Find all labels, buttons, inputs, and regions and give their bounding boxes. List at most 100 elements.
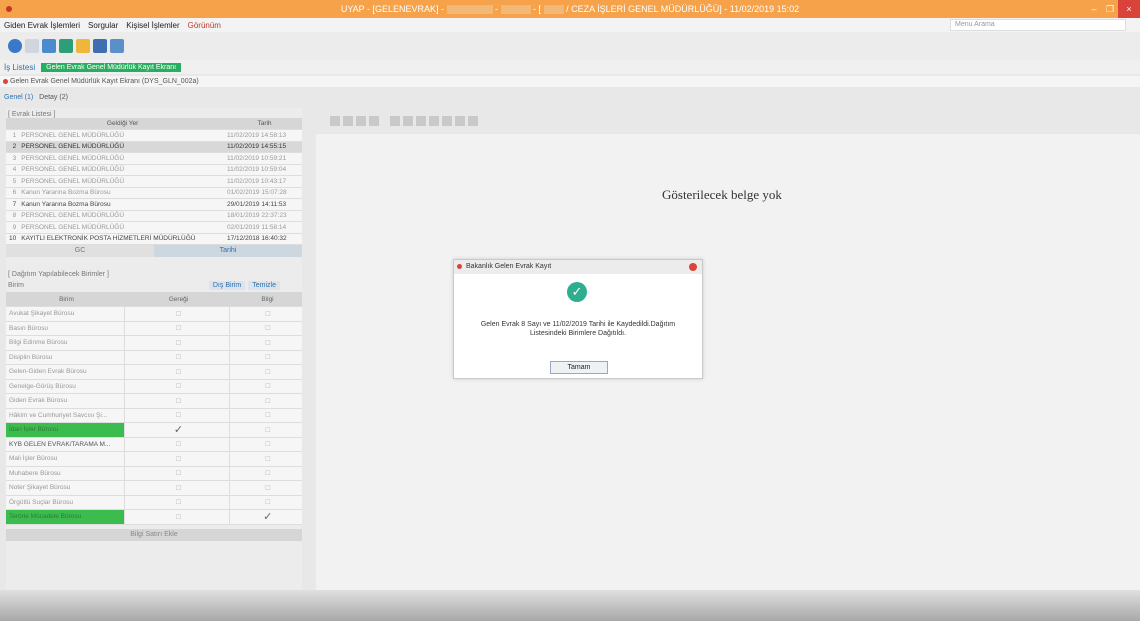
rewind-icon[interactable] [369, 116, 379, 126]
subtab-detay[interactable]: Detay (2) [39, 94, 68, 101]
bilgi-checkbox[interactable]: ☐ [229, 364, 302, 380]
subtabs: Genel (1) Detay (2) [4, 94, 72, 101]
bilgi-checkbox[interactable]: ☐ [229, 422, 302, 438]
menu-search-input[interactable]: Menu Arama [950, 19, 1126, 31]
table-row[interactable]: 5 PERSONEL GENEL MÜDÜRLÜĞÜ 11/02/2019 10:4… [6, 175, 302, 188]
geregi-checkbox[interactable]: ✓ [123, 422, 230, 438]
status-area [0, 590, 1140, 621]
menu-gorunum[interactable]: Görünüm [188, 21, 221, 30]
geregi-checkbox[interactable]: ☐ [123, 379, 230, 394]
dialog-close-icon[interactable] [689, 263, 697, 271]
close-button[interactable]: × [1118, 0, 1140, 18]
geregi-checkbox[interactable]: ☐ [123, 335, 230, 351]
table-row[interactable]: 2 PERSONEL GENEL MÜDÜRLÜĞÜ 11/02/2019 14:5… [6, 141, 302, 153]
column-birim[interactable]: Birim [6, 292, 124, 307]
left-panel: [ Evrak Listesi ] Geldiği Yer Tarih 1 PER… [6, 108, 302, 613]
table-row: Mali İşler Bürosu ☐ ☐ [6, 451, 302, 467]
table-row: Basın Bürosu ☐ ☐ [6, 321, 302, 336]
table-row[interactable]: 8 PERSONEL GENEL MÜDÜRLÜĞÜ 18/01/2019 22:3… [6, 210, 302, 222]
screen-icon [3, 79, 8, 84]
table-row[interactable]: 9 PERSONEL GENEL MÜDÜRLÜĞÜ 02/01/2019 11:5… [6, 221, 302, 234]
table-row: Genelge-Görüş Bürosu ☐ ☐ [6, 379, 302, 394]
forward-icon[interactable] [390, 116, 400, 126]
table-row: Giden Evrak Bürosu ☐ ☐ [6, 393, 302, 409]
print-icon[interactable] [455, 116, 465, 126]
window-title: UYAP - [GELENEVRAK] - - - [ / CEZA İŞLER… [340, 3, 800, 15]
window-icon[interactable] [42, 39, 56, 53]
notification-icon[interactable] [76, 39, 90, 53]
geregi-checkbox[interactable]: ☐ [123, 408, 230, 423]
bilgi-checkbox[interactable]: ☐ [229, 306, 302, 322]
cancel-icon[interactable] [25, 39, 39, 53]
help-icon[interactable] [8, 39, 22, 53]
prev-page-icon[interactable] [343, 116, 353, 126]
geregi-checkbox[interactable]: ☐ [123, 321, 230, 336]
menu-kisisel[interactable]: Kişisel İşlemler [126, 21, 179, 30]
geregi-checkbox[interactable]: ☐ [123, 393, 230, 409]
last-page-icon[interactable] [416, 116, 426, 126]
table-row[interactable]: 7 Kanun Yararına Bozma Bürosu 29/01/2019 1… [6, 198, 302, 211]
table-row: Noter Şikayet Bürosu ☐ ☐ [6, 480, 302, 496]
column-geregi[interactable]: Gereği [124, 292, 230, 307]
bilgi-satiri-ekle-button[interactable]: Bilgi Satırı Ekle [6, 528, 302, 541]
temizle-button[interactable]: Temizle [248, 280, 280, 290]
table-row: Gelen-Giden Evrak Bürosu ☐ ☐ [6, 364, 302, 380]
bilgi-checkbox[interactable]: ☐ [229, 335, 302, 351]
bilgi-checkbox[interactable]: ☐ [229, 495, 302, 510]
tab-gelen-evrak-kayit[interactable]: Gelen Evrak Genel Müdürlük Kayıt Ekranı [41, 62, 182, 72]
dis-birim-button[interactable]: Dış Birim [208, 280, 246, 290]
success-dialog: Bakanlık Gelen Evrak Kayıt ✓ Gelen Evrak… [453, 259, 703, 379]
window-titlebar: UYAP - [GELENEVRAK] - - - [ / CEZA İŞLER… [0, 0, 1140, 18]
table-row[interactable]: 6 Kanun Yararına Bozma Bürosu 01/02/2019 1… [6, 187, 302, 199]
bilgi-checkbox[interactable]: ☐ [229, 466, 302, 481]
back-icon[interactable] [356, 116, 366, 126]
bilgi-checkbox[interactable]: ☐ [229, 451, 302, 467]
table-row[interactable]: 3 PERSONEL GENEL MÜDÜRLÜĞÜ 11/02/2019 10:5… [6, 152, 302, 165]
geregi-checkbox[interactable]: ☐ [123, 364, 230, 380]
menu-giden-evrak[interactable]: Giden Evrak İşlemleri [4, 21, 80, 30]
geregi-checkbox[interactable]: ☐ [123, 495, 230, 510]
tab-work-list[interactable]: İş Listesi [4, 63, 35, 72]
geregi-checkbox[interactable]: ☐ [123, 306, 230, 322]
maximize-button[interactable]: ❐ [1102, 0, 1118, 18]
minimize-button[interactable]: – [1086, 0, 1102, 18]
first-page-icon[interactable] [330, 116, 340, 126]
table-row[interactable]: 1 PERSONEL GENEL MÜDÜRLÜĞÜ 11/02/2019 14:5… [6, 129, 302, 142]
menu-sorgular[interactable]: Sorgular [88, 21, 118, 30]
bilgi-checkbox[interactable]: ☐ [229, 437, 302, 452]
geregi-checkbox[interactable]: ☐ [123, 509, 230, 525]
geregi-checkbox[interactable]: ☐ [123, 466, 230, 481]
success-check-icon: ✓ [567, 282, 587, 302]
subtab-genel[interactable]: Genel (1) [4, 94, 33, 101]
sort-tarih-button[interactable]: Tarihi [154, 245, 302, 257]
column-geldigi-yer[interactable]: Geldiği Yer [18, 118, 224, 130]
bilgi-checkbox[interactable]: ✓ [229, 509, 302, 525]
geregi-checkbox[interactable]: ☐ [123, 350, 230, 365]
geregi-checkbox[interactable]: ☐ [123, 437, 230, 452]
fit-icon[interactable] [442, 116, 452, 126]
zoom-icon[interactable] [429, 116, 439, 126]
geregi-checkbox[interactable]: ☐ [123, 480, 230, 496]
document-icon[interactable] [59, 39, 73, 53]
column-tarih[interactable]: Tarih [224, 118, 302, 130]
sort-gc-button[interactable]: GC [6, 245, 154, 257]
ok-button[interactable]: Tamam [550, 361, 608, 374]
search-icon[interactable] [93, 39, 107, 53]
table-row: KYB GELEN EVRAK/TARAMA M... ☐ ☐ [6, 437, 302, 452]
next-page-icon[interactable] [403, 116, 413, 126]
rotate-icon[interactable] [468, 116, 478, 126]
bilgi-checkbox[interactable]: ☐ [229, 393, 302, 409]
table-row[interactable]: 10 KAYITLI ELEKTRONİK POSTA HİZMETLERİ MÜ… [6, 233, 302, 245]
bilgi-checkbox[interactable]: ☐ [229, 408, 302, 423]
dialog-titlebar: Bakanlık Gelen Evrak Kayıt [454, 260, 702, 274]
settings-icon[interactable] [110, 39, 124, 53]
bilgi-checkbox[interactable]: ☐ [229, 379, 302, 394]
bilgi-checkbox[interactable]: ☐ [229, 321, 302, 336]
column-bilgi[interactable]: Bilgi [229, 292, 302, 307]
dagitim-table: Birim Gereği Bilgi Avukat Şikayet Bürosu… [6, 292, 302, 525]
geregi-checkbox[interactable]: ☐ [123, 451, 230, 467]
table-row[interactable]: 4 PERSONEL GENEL MÜDÜRLÜĞÜ 11/02/2019 10:5… [6, 164, 302, 176]
bilgi-checkbox[interactable]: ☐ [229, 480, 302, 496]
bilgi-checkbox[interactable]: ☐ [229, 350, 302, 365]
table-row: İdari İşler Bürosu ✓ ☐ [6, 422, 302, 438]
